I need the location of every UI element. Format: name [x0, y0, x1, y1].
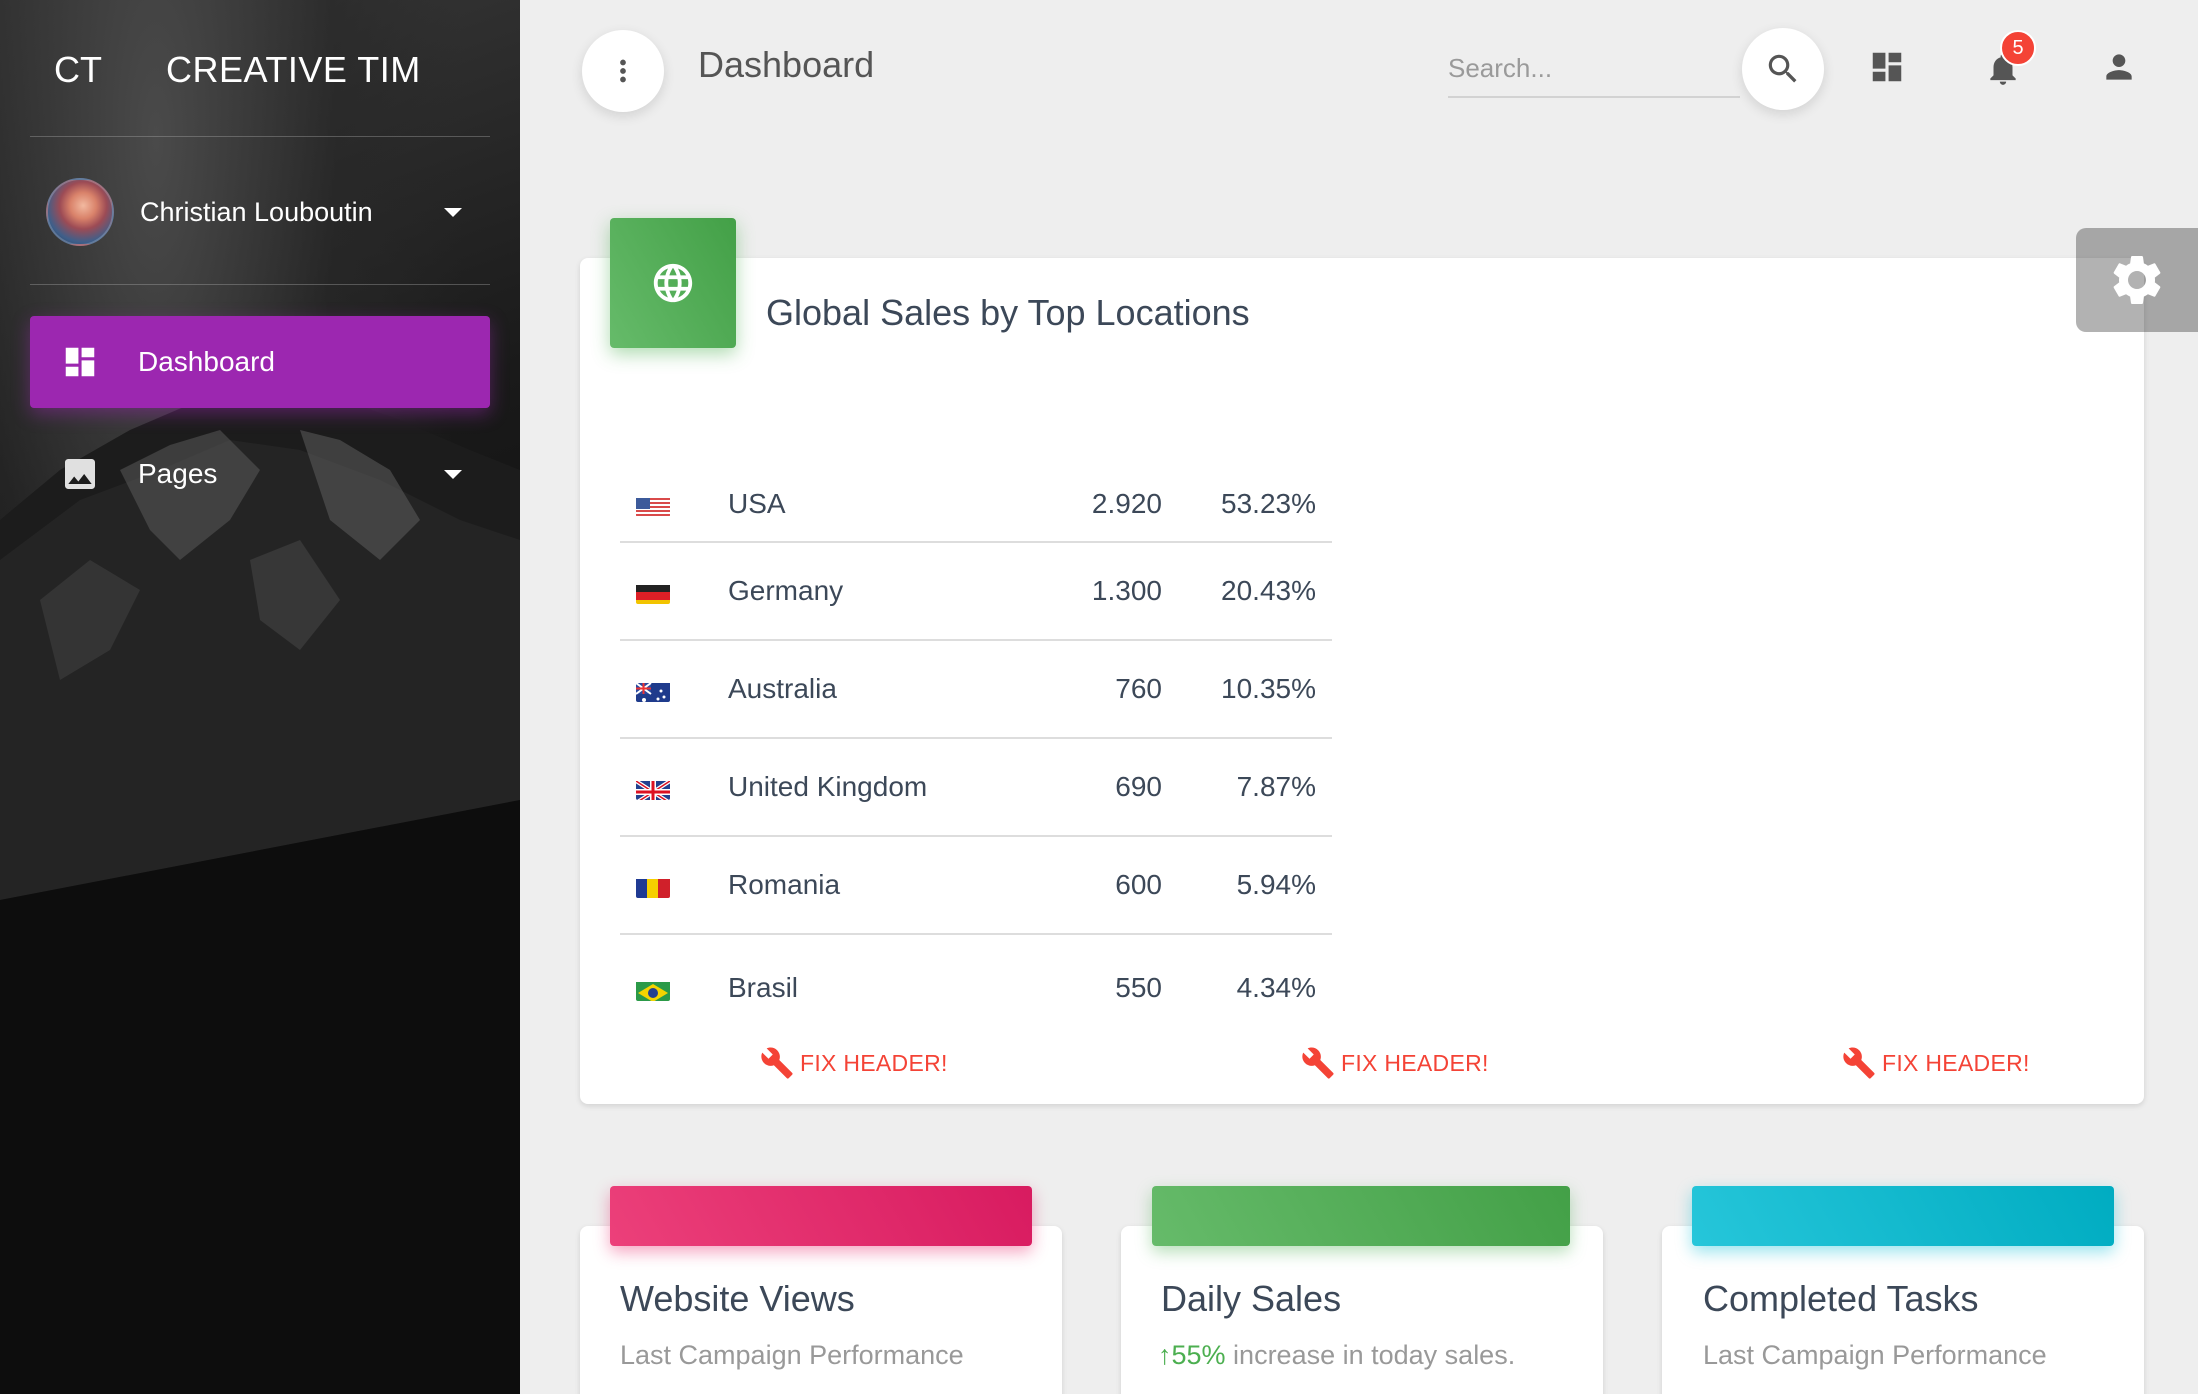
fix-header-link[interactable]: FIX HEADER!: [1842, 1046, 2030, 1080]
sidebar-item-pages[interactable]: Pages: [30, 428, 490, 520]
chart-header-daily-sales: [1152, 1186, 1570, 1246]
fix-header-label: FIX HEADER!: [1882, 1049, 2030, 1076]
fix-header-link[interactable]: FIX HEADER!: [760, 1046, 948, 1080]
sales-value: 550: [1115, 972, 1162, 1003]
au-flag-icon: [636, 680, 670, 702]
sales-percent: 7.87%: [1162, 738, 1332, 837]
chart-header-website-views: [610, 1186, 1032, 1246]
sales-table: USA 2.920 53.23% Germany 1.300 20.43% Au…: [620, 472, 1332, 1014]
notification-badge: 5: [2000, 30, 2036, 66]
ro-flag-icon: [636, 876, 670, 898]
dashboard-nav-button[interactable]: [1862, 42, 1912, 92]
page-title: Dashboard: [698, 44, 875, 85]
sales-value: 600: [1002, 836, 1162, 935]
fix-header-link[interactable]: FIX HEADER!: [1301, 1046, 1489, 1080]
user-menu[interactable]: Christian Louboutin: [30, 170, 490, 254]
more-vert-icon: [620, 59, 626, 83]
dashboard-icon: [60, 342, 100, 382]
card-subtitle: Last Campaign Performance: [620, 1340, 964, 1370]
card-subtitle: Last Campaign Performance: [1703, 1340, 2047, 1370]
country-name: USA: [728, 472, 1002, 543]
wrench-icon: [1302, 1047, 1334, 1079]
card-title: Completed Tasks: [1703, 1278, 1979, 1319]
fixed-plugin-settings-button[interactable]: [2076, 228, 2198, 332]
sales-value: 1.300: [1002, 542, 1162, 641]
sales-increase-text: increase in today sales.: [1225, 1340, 1516, 1370]
wrench-icon: [1843, 1047, 1875, 1079]
de-flag-icon: [636, 582, 670, 604]
chart-header-completed-tasks: [1692, 1186, 2114, 1246]
sales-percent: 5.94%: [1162, 836, 1332, 935]
avatar: [46, 178, 114, 246]
table-row: Romania 600 5.94%: [620, 836, 1332, 935]
card-subtitle: ↑55% increase in today sales.: [1158, 1340, 1515, 1371]
sales-percent: 20.43%: [1162, 542, 1332, 641]
sales-percent: 53.23%: [1162, 472, 1332, 543]
dashboard-icon: [1872, 52, 1902, 82]
search-input[interactable]: [1448, 40, 1740, 98]
account-button[interactable]: [2094, 42, 2144, 92]
table-row: United Kingdom 690 7.87%: [620, 738, 1332, 837]
card-icon-header: [610, 218, 736, 348]
sales-value: 760: [1002, 640, 1162, 739]
sales-increase-value: 55%: [1171, 1340, 1226, 1370]
country-name: United Kingdom: [728, 738, 1002, 837]
country-name: Brasil: [728, 972, 799, 1003]
brand-name: CREATIVE TIM: [166, 49, 421, 90]
image-icon: [60, 454, 100, 494]
sidebar-item-label: Dashboard: [138, 346, 275, 377]
table-row: Australia 760 10.35%: [620, 640, 1332, 739]
country-name: Australia: [728, 640, 1002, 739]
arrow-upward-icon: ↑: [1158, 1340, 1172, 1370]
table-row: Germany 1.300 20.43%: [620, 542, 1332, 641]
search-button[interactable]: [1742, 28, 1824, 110]
fix-header-label: FIX HEADER!: [800, 1049, 948, 1076]
table-row: Brasil 550 4.34%: [620, 934, 1332, 1014]
user-name: Christian Louboutin: [140, 196, 373, 227]
sales-value: 2.920: [1002, 472, 1162, 543]
gear-icon: [2113, 256, 2161, 304]
sales-value: 690: [1002, 738, 1162, 837]
wrench-icon: [761, 1047, 793, 1079]
brand[interactable]: CT CREATIVE TIM: [30, 30, 490, 110]
chevron-down-icon: [444, 470, 462, 479]
card-title: Global Sales by Top Locations: [766, 292, 1250, 333]
country-name: Romania: [728, 836, 1002, 935]
chevron-down-icon: [444, 208, 462, 217]
sidebar: CT CREATIVE TIM Christian Louboutin Dash…: [0, 0, 520, 1394]
language-icon: [653, 263, 693, 303]
sidebar-minimize-button[interactable]: [582, 30, 664, 112]
fix-header-label: FIX HEADER!: [1341, 1049, 1489, 1076]
sidebar-divider: [30, 284, 490, 285]
sales-percent: 10.35%: [1162, 640, 1332, 739]
table-row: USA 2.920 53.23%: [620, 472, 1332, 543]
card-title: Website Views: [620, 1278, 855, 1319]
sidebar-item-label: Pages: [138, 458, 218, 489]
sidebar-item-dashboard[interactable]: Dashboard: [30, 316, 490, 408]
sidebar-divider: [30, 136, 490, 137]
search-icon: [1768, 54, 1797, 83]
sales-percent: 4.34%: [1236, 972, 1316, 1003]
country-name: Germany: [728, 542, 1002, 641]
brand-mini: CT: [54, 49, 102, 90]
us-flag-icon: [636, 495, 670, 517]
gb-flag-icon: [636, 778, 670, 800]
card-title: Daily Sales: [1161, 1278, 1342, 1319]
br-flag-icon: [636, 979, 670, 1001]
person-icon: [2106, 54, 2132, 80]
